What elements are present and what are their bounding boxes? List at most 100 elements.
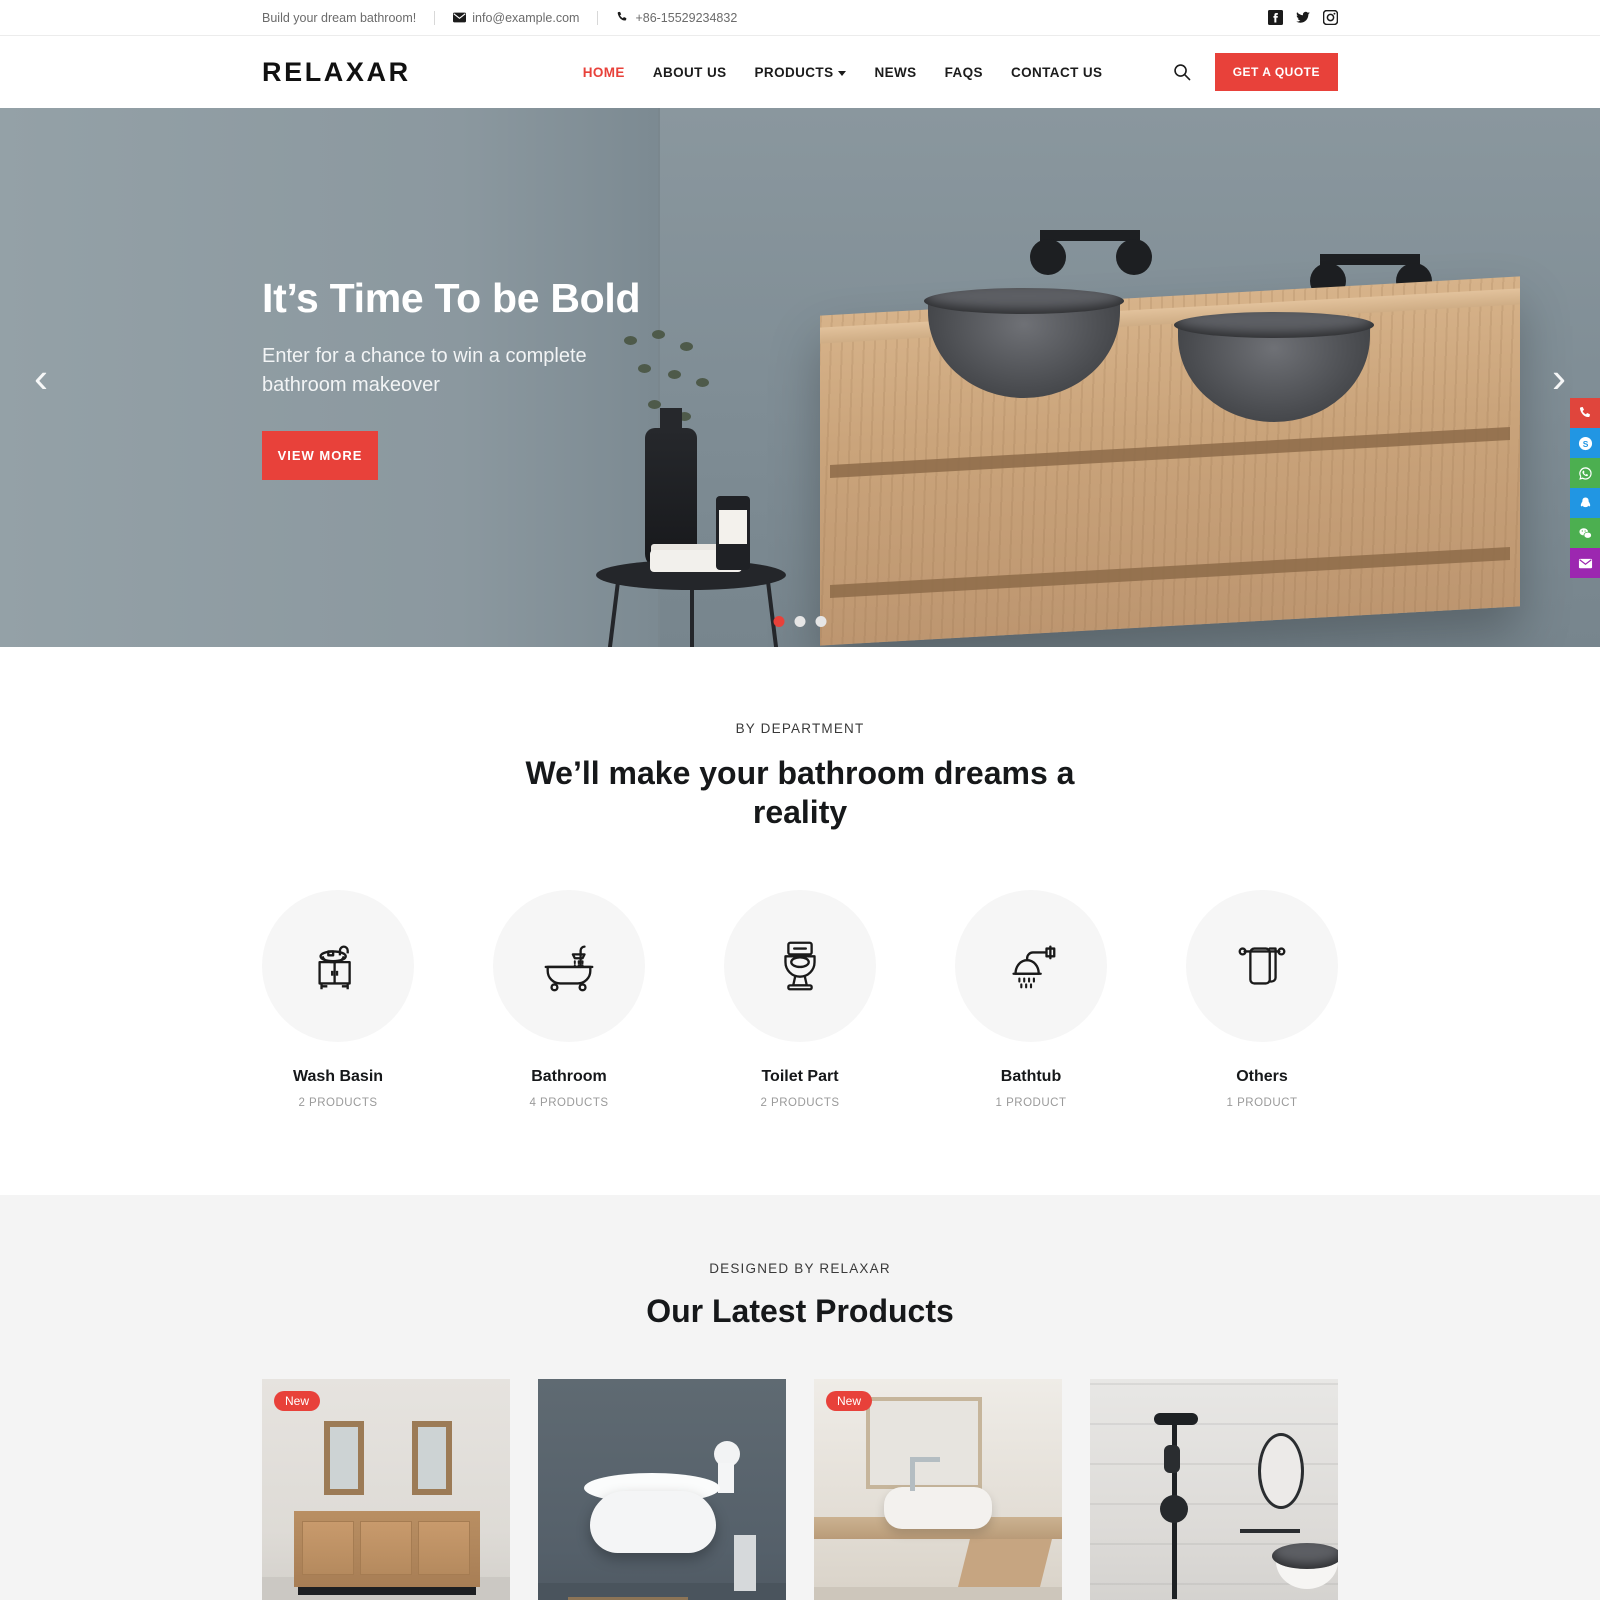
department-name: Wash Basin [292,1068,384,1086]
nav-item-home[interactable]: HOME [583,65,625,80]
department-grid: Wash Basin 2 PRODUCTS Bathroom 4 PRODUCT… [262,890,1338,1109]
phone-contact[interactable]: +86-15529234832 [616,11,737,25]
department-name: Bathroom [531,1068,607,1086]
rail-skype-icon[interactable]: S [1570,428,1600,458]
department-count: 4 PRODUCTS [529,1097,609,1110]
hero-content: It’s Time To be Bold Enter for a chance … [262,108,641,647]
svg-text:S: S [1582,438,1588,448]
table-leg [690,578,694,647]
sink-cabinet-icon [262,890,414,1043]
rail-phone-icon[interactable] [1570,398,1600,428]
latest-products-section: DESIGNED BY RELAXAR Our Latest Products … [0,1195,1600,1600]
nav-label: CONTACT US [1010,64,1103,80]
latest-title: Our Latest Products [646,1293,954,1330]
nav-item-news[interactable]: NEWS [874,65,916,80]
slider-dot-3[interactable] [815,616,827,627]
department-name: Toilet Part [761,1068,839,1086]
hero-title: It’s Time To be Bold [262,275,641,322]
faucet-spout [1320,254,1420,265]
department-count: 1 PRODUCT [995,1097,1067,1110]
chevron-down-icon [838,70,847,76]
nav-label: ABOUT US [652,64,727,80]
faucet-spout [1040,230,1140,241]
twitter-icon[interactable] [1295,10,1311,25]
soap-bottle [716,496,750,570]
showerhead-icon [955,890,1107,1043]
product-image [262,1379,510,1600]
faucet-valve [1116,239,1152,275]
nav-item-about-us[interactable]: ABOUT US [653,65,727,80]
product-image [814,1379,1062,1600]
envelope-icon [453,11,467,24]
department-title: We’ll make your bathroom dreams a realit… [525,755,1075,831]
phone-text: +86-15529234832 [635,10,738,25]
new-badge: New [826,1391,873,1412]
towel-rail-icon [1186,890,1338,1043]
main-navigation: HOME ABOUT US PRODUCTS NEWS FAQS CONTACT… [583,65,1103,80]
product-card-bathtub[interactable]: Bathtub [538,1379,786,1600]
nav-item-products[interactable]: PRODUCTS [755,65,847,80]
site-header: RELAXAR HOME ABOUT US PRODUCTS NEWS FAQS… [0,36,1600,108]
department-eyebrow: BY DEPARTMENT [735,721,865,736]
phone-icon [616,11,629,24]
department-name: Others [1236,1068,1288,1086]
view-more-button[interactable]: VIEW MORE [262,430,378,480]
product-grid: New Faucets Part [262,1379,1338,1600]
bottle-label [719,510,747,544]
tagline: Build your dream bathroom! [262,10,417,25]
divider [597,10,599,25]
hero-subtitle: Enter for a chance to win a complete bat… [262,345,587,396]
nav-item-faqs[interactable]: FAQS [945,65,983,80]
floating-contact-rail: S [1570,398,1600,578]
slider-dots [773,616,827,627]
slider-next-arrow[interactable]: › [1552,354,1566,402]
department-name: Bathtub [1000,1068,1062,1086]
nav-label: HOME [582,64,625,80]
site-logo[interactable]: RELAXAR [262,57,411,88]
nav-label: NEWS [874,64,917,80]
instagram-icon[interactable] [1323,10,1338,25]
product-card-bathroom[interactable]: Bathroom [1090,1379,1338,1600]
department-item-bathroom[interactable]: Bathroom 4 PRODUCTS [493,890,645,1109]
hero-background-image [0,108,1600,647]
department-count: 2 PRODUCTS [760,1097,840,1110]
slider-dot-2[interactable] [794,616,806,627]
rail-qq-icon[interactable] [1570,488,1600,518]
product-image [538,1379,786,1600]
department-item-toilet-part[interactable]: Toilet Part 2 PRODUCTS [724,890,876,1109]
toilet-icon [724,890,876,1043]
vase [645,428,697,568]
department-count: 2 PRODUCTS [298,1097,378,1110]
facebook-icon[interactable] [1268,10,1283,25]
product-image [1090,1379,1338,1600]
department-item-others[interactable]: Others 1 PRODUCT [1186,890,1338,1109]
nav-label: FAQS [944,64,983,80]
product-card-faucets-part[interactable]: New Faucets Part [262,1379,510,1600]
slider-dot-1[interactable] [773,616,785,627]
rail-email-icon[interactable] [1570,548,1600,578]
search-icon[interactable] [1173,63,1191,81]
top-bar: Build your dream bathroom! info@example.… [0,0,1600,36]
get-a-quote-button[interactable]: GET A QUOTE [1214,53,1338,91]
rail-whatsapp-icon[interactable] [1570,458,1600,488]
slider-prev-arrow[interactable]: ‹ [34,354,48,402]
department-section: BY DEPARTMENT We’ll make your bathroom d… [0,647,1600,1196]
email-contact[interactable]: info@example.com [453,11,579,25]
department-item-wash-basin[interactable]: Wash Basin 2 PRODUCTS [262,890,414,1109]
header-actions: GET A QUOTE [1173,53,1338,91]
vanity-cabinet [820,276,1520,646]
product-card-wash-basin[interactable]: New Wash Basin [814,1379,1062,1600]
latest-eyebrow: DESIGNED BY RELAXAR [709,1261,891,1277]
hero-slider: It’s Time To be Bold Enter for a chance … [0,108,1600,647]
rail-wechat-icon[interactable] [1570,518,1600,548]
bathtub-shower-icon [493,890,645,1043]
new-badge: New [274,1391,321,1412]
nav-item-contact-us[interactable]: CONTACT US [1011,65,1103,80]
faucet-valve [1030,239,1066,275]
department-item-bathtub[interactable]: Bathtub 1 PRODUCT [955,890,1107,1109]
divider [434,10,436,25]
top-bar-contact-group: Build your dream bathroom! info@example.… [262,10,737,25]
nav-label: PRODUCTS [754,64,834,80]
social-links [1268,10,1338,25]
department-count: 1 PRODUCT [1226,1097,1298,1110]
